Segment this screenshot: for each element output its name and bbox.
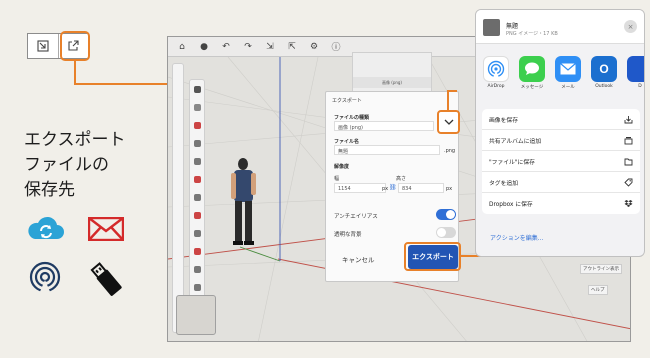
mail-icon <box>88 217 124 241</box>
scale-tool-icon[interactable] <box>194 230 201 237</box>
save-image-icon <box>624 115 633 123</box>
link-icon[interactable]: ⛓ <box>389 184 397 191</box>
export-button[interactable]: エクスポート <box>408 245 458 269</box>
arc-tool-icon[interactable] <box>194 140 201 147</box>
action-label: Dropbox に保存 <box>489 202 533 208</box>
share-header: 無題 PNG イメージ・17 KB × <box>476 10 644 44</box>
more-tools-icon[interactable] <box>194 284 201 291</box>
airdrop-icon[interactable] <box>483 56 509 82</box>
view-cube[interactable] <box>176 295 216 335</box>
select-tool-icon[interactable] <box>194 86 201 93</box>
airdrop-icon <box>29 261 61 294</box>
share-file-name: 無題 <box>506 23 519 30</box>
shared-album-icon <box>624 136 633 144</box>
user-icon[interactable]: ● <box>196 39 212 55</box>
action-shared-album[interactable]: 共有アルバムに追加 <box>482 130 640 151</box>
undo-icon[interactable]: ↶ <box>218 39 234 55</box>
dropbox-icon <box>624 200 633 207</box>
move-tool-icon[interactable] <box>194 194 201 201</box>
app-label: AirDrop <box>487 84 505 89</box>
file-name-input[interactable]: 無題 <box>334 145 440 155</box>
app-label: Outlook <box>595 84 613 89</box>
folder-icon <box>624 158 633 165</box>
transparent-toggle[interactable] <box>436 227 456 238</box>
resolution-label: 解像度 <box>334 164 350 170</box>
width-label: 幅 <box>334 176 340 182</box>
action-label: タグを追加 <box>489 180 518 187</box>
file-name-label: ファイル名 <box>334 139 360 145</box>
connector-line <box>447 90 457 92</box>
connector-line <box>74 83 168 85</box>
share-actions-list: 画像を保存 共有アルバムに追加 "ファイル"に保存 タグを追加 Dropbox … <box>482 109 640 214</box>
outline-button[interactable]: アウトライン表示 <box>580 264 622 274</box>
tag-icon <box>624 178 633 187</box>
antialias-label: アンチエイリアス <box>334 214 378 220</box>
app-label: メッセージ <box>520 85 544 90</box>
share-sheet: 無題 PNG イメージ・17 KB × AirDrop メッセージ メール O … <box>475 9 645 257</box>
messages-icon[interactable] <box>519 56 545 82</box>
action-save-to-files[interactable]: "ファイル"に保存 <box>482 151 640 172</box>
share-file-meta: PNG イメージ・17 KB <box>506 31 558 37</box>
antialias-toggle[interactable] <box>436 209 456 220</box>
action-label: 画像を保存 <box>489 117 518 124</box>
file-type-label: ファイルの種類 <box>334 115 370 121</box>
zoom-tool-icon[interactable] <box>194 266 201 273</box>
app-icon[interactable] <box>627 56 644 82</box>
pushpull-tool-icon[interactable] <box>194 176 201 183</box>
width-unit: px <box>382 186 389 192</box>
height-input[interactable]: 834 <box>398 183 444 193</box>
line-tool-icon[interactable] <box>194 122 201 129</box>
rotate-tool-icon[interactable] <box>194 212 201 219</box>
eraser-tool-icon[interactable] <box>194 104 201 111</box>
connector-line <box>447 90 449 110</box>
action-label: "ファイル"に保存 <box>489 159 535 166</box>
file-type-chevron-button[interactable] <box>437 110 460 134</box>
shape-tool-icon[interactable] <box>194 158 201 165</box>
outlook-icon[interactable]: O <box>591 56 617 82</box>
dropdown-option[interactable]: 画像 (png) <box>353 77 431 88</box>
width-input[interactable]: 1154 <box>334 183 386 193</box>
action-save-image[interactable]: 画像を保存 <box>482 109 640 130</box>
export-icon-highlight <box>60 31 90 61</box>
export-icon[interactable]: ⇱ <box>284 39 300 55</box>
cloud-sync-icon <box>28 216 65 239</box>
height-unit: px <box>446 186 453 192</box>
action-label: 共有アルバムに追加 <box>489 138 542 145</box>
redo-icon[interactable]: ↷ <box>240 39 256 55</box>
settings-icon[interactable]: ⚙ <box>306 39 322 55</box>
file-type-select[interactable]: 画像 (png) <box>334 121 434 131</box>
home-icon[interactable]: ⌂ <box>174 39 190 55</box>
tool-palette <box>189 79 205 299</box>
orbit-tool-icon[interactable] <box>194 248 201 255</box>
app-label: メール <box>561 85 575 90</box>
transparent-label: 透明な背景 <box>334 232 362 238</box>
import-icon[interactable] <box>28 34 58 58</box>
left-rail <box>172 63 184 333</box>
side-title: エクスポート ファイルの 保存先 <box>24 130 126 200</box>
cancel-button[interactable]: キャンセル <box>342 254 375 264</box>
app-label: D <box>638 84 642 89</box>
info-icon[interactable]: ⓘ <box>328 39 344 55</box>
connector-line <box>74 61 76 85</box>
chevron-down-icon <box>444 119 453 125</box>
usb-drive-icon <box>90 262 122 296</box>
file-ext: .png <box>444 148 456 154</box>
edit-actions-link[interactable]: アクションを編集... <box>490 233 543 242</box>
dialog-title: エクスポート <box>332 98 362 104</box>
height-label: 高さ <box>396 176 407 182</box>
action-add-tag[interactable]: タグを追加 <box>482 172 640 193</box>
action-dropbox[interactable]: Dropbox に保存 <box>482 193 640 214</box>
help-button[interactable]: ヘルプ <box>588 285 608 295</box>
close-icon[interactable]: × <box>624 20 637 33</box>
mail-icon[interactable] <box>555 56 581 82</box>
file-thumbnail <box>483 19 500 36</box>
import-icon[interactable]: ⇲ <box>262 39 278 55</box>
